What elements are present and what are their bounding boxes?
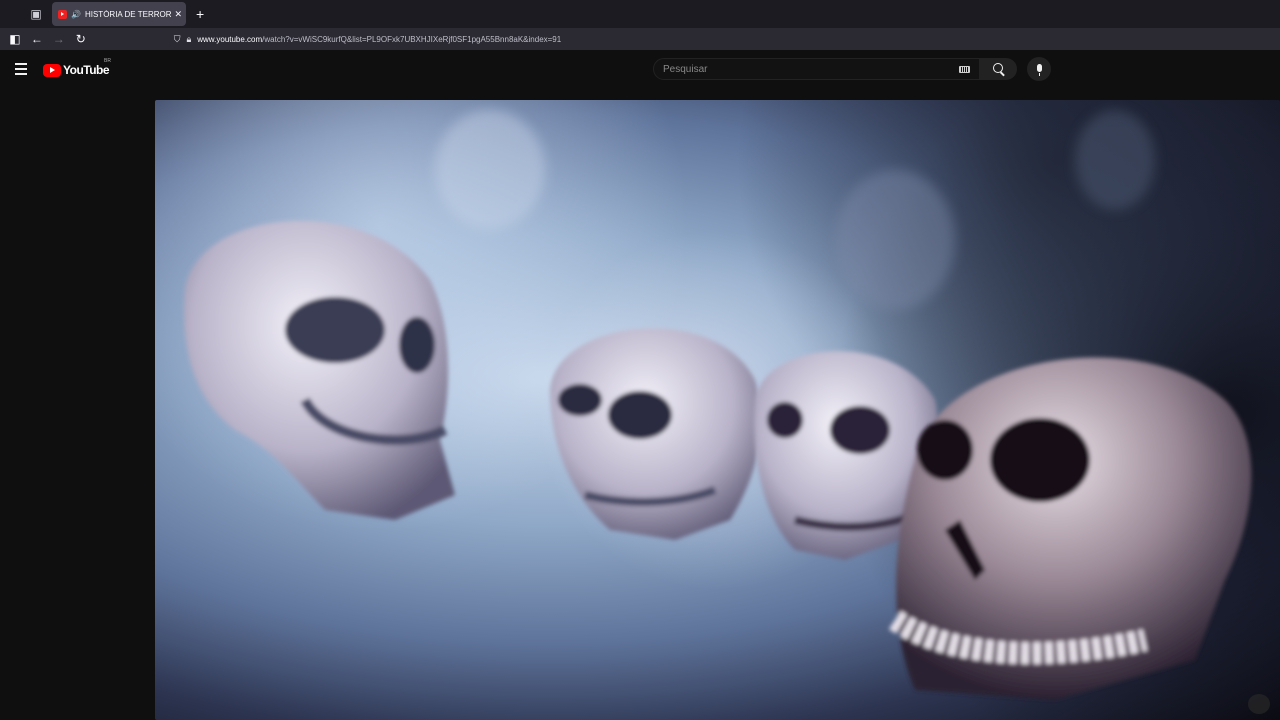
browser-tab-strip: ▣ 🔊 HISTÓRIA DE TERROR : O M ✕ + bbox=[0, 0, 1280, 28]
tab-title: HISTÓRIA DE TERROR : O M bbox=[84, 9, 172, 19]
back-icon[interactable]: ← bbox=[26, 28, 48, 50]
youtube-header: YouTube BR bbox=[0, 50, 1280, 90]
keyboard-icon[interactable] bbox=[959, 65, 970, 73]
youtube-favicon-icon bbox=[58, 9, 67, 19]
sidebar-toggle-icon[interactable]: ◧ bbox=[4, 28, 26, 50]
url-domain: www.youtube.com bbox=[197, 34, 263, 44]
skull-left bbox=[184, 220, 456, 521]
search-button[interactable] bbox=[980, 58, 1017, 80]
youtube-logo[interactable]: YouTube BR bbox=[43, 58, 111, 78]
channel-watermark[interactable] bbox=[1248, 694, 1270, 714]
close-tab-icon[interactable]: ✕ bbox=[174, 9, 182, 20]
forward-icon[interactable]: → bbox=[48, 28, 70, 50]
youtube-play-logo-icon bbox=[43, 63, 61, 77]
skull-right bbox=[888, 357, 1252, 700]
logo-wordmark: YouTube bbox=[63, 63, 110, 77]
voice-search-button[interactable] bbox=[1027, 57, 1051, 81]
tracking-protection-icon[interactable]: ⛉ bbox=[174, 34, 181, 45]
search-input[interactable]: Pesquisar bbox=[653, 58, 980, 80]
menu-icon[interactable] bbox=[15, 63, 27, 75]
url-text[interactable]: www.youtube.com/watch?v=vWiSC9kurfQ&list… bbox=[197, 35, 561, 44]
video-player[interactable] bbox=[155, 100, 1280, 720]
skull-middle bbox=[550, 328, 761, 540]
video-frame-skulls bbox=[184, 110, 1252, 700]
new-tab-icon[interactable]: + bbox=[196, 6, 204, 22]
browser-tab-active[interactable]: 🔊 HISTÓRIA DE TERROR : O M ✕ bbox=[52, 2, 186, 26]
reload-icon[interactable]: ↻ bbox=[70, 28, 92, 50]
lock-icon[interactable]: 🔒︎ bbox=[186, 34, 191, 45]
tab-overview-icon[interactable]: ▣ bbox=[25, 3, 47, 25]
region-code: BR bbox=[104, 58, 111, 64]
search-placeholder: Pesquisar bbox=[663, 63, 708, 75]
url-path: /watch?v=vWiSC9kurfQ&list=PL9OFxk7UBXHJI… bbox=[262, 34, 562, 44]
search-icon bbox=[992, 63, 1003, 73]
audio-playing-icon[interactable]: 🔊 bbox=[71, 10, 81, 19]
browser-nav-bar: ◧ ← → ↻ ⛉ 🔒︎ www.youtube.com/watch?v=vWi… bbox=[0, 28, 1280, 50]
address-bar[interactable]: ⛉ 🔒︎ www.youtube.com/watch?v=vWiSC9kurfQ… bbox=[174, 30, 1280, 48]
microphone-icon bbox=[1036, 64, 1042, 76]
search-bar: Pesquisar bbox=[653, 58, 1017, 80]
